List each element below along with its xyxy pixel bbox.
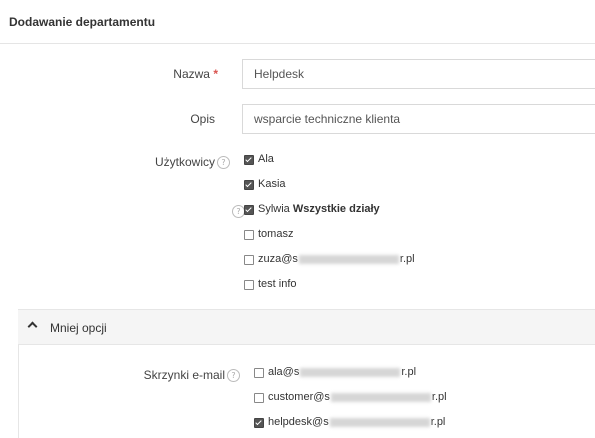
email-prefix: ala@s — [268, 366, 300, 378]
mailbox-checkbox-customer[interactable] — [254, 393, 264, 403]
help-icon[interactable]: ? — [217, 156, 230, 170]
users-label-text: Użytkowicy — [154, 155, 215, 169]
user-checkbox-tomasz[interactable] — [244, 230, 254, 240]
less-options-toggle[interactable]: Mniej opcji — [18, 309, 595, 345]
email-suffix: r.pl — [431, 391, 447, 403]
user-checkbox-ala[interactable] — [244, 155, 254, 165]
name-input[interactable]: Helpdesk — [242, 59, 595, 89]
required-mark: * — [213, 67, 218, 81]
mailbox-label-helpdesk: helpdesk@s r.pl — [268, 416, 445, 428]
email-prefix: zuza@s — [258, 253, 298, 265]
user-label-zuza: zuza@s r.pl — [258, 253, 415, 265]
less-options-label: Mniej opcji — [50, 321, 107, 335]
email-suffix: r.pl — [430, 416, 446, 428]
help-icon[interactable]: ? — [227, 369, 240, 383]
page-header: Dodawanie departamentu — [0, 0, 595, 44]
description-label: Opis — [190, 112, 215, 126]
redacted-text — [329, 417, 430, 427]
user-label-ala: Ala — [258, 153, 274, 165]
user-label-tomasz: tomasz — [258, 228, 294, 240]
name-label: Nazwa * — [120, 67, 218, 81]
redacted-text — [330, 392, 431, 402]
redacted-text — [300, 367, 401, 377]
email-suffix: r.pl — [401, 366, 417, 378]
mailboxes-label: Skrzynki e-mail? — [110, 368, 240, 383]
mailbox-label-customer: customer@s r.pl — [268, 391, 447, 403]
email-prefix: customer@s — [268, 391, 330, 403]
user-label-sylwia: Sylwia Wszystkie działy — [258, 203, 380, 215]
chevron-up-icon — [27, 321, 38, 332]
page-title: Dodawanie departamentu — [9, 15, 156, 29]
name-label-text: Nazwa — [173, 67, 210, 81]
description-input[interactable]: wsparcie techniczne klienta — [242, 104, 595, 134]
user-label-kasia: Kasia — [258, 178, 286, 190]
user-checkbox-test-info[interactable] — [244, 280, 254, 290]
mailbox-checkbox-ala[interactable] — [254, 368, 264, 378]
user-checkbox-zuza[interactable] — [244, 255, 254, 265]
user-name-sylwia: Sylwia — [258, 203, 290, 215]
all-departments-badge: Wszystkie działy — [292, 203, 380, 215]
mailbox-checkbox-helpdesk[interactable] — [254, 418, 264, 428]
email-prefix: helpdesk@s — [268, 416, 329, 428]
mailboxes-label-text: Skrzynki e-mail — [143, 368, 225, 382]
user-checkbox-kasia[interactable] — [244, 180, 254, 190]
mailbox-label-ala: ala@s r.pl — [268, 366, 416, 378]
section-divider — [18, 345, 19, 438]
redacted-text — [298, 254, 399, 264]
user-checkbox-sylwia[interactable] — [244, 205, 254, 215]
user-label-test-info: test info — [258, 278, 297, 290]
users-label: Użytkowicy? — [110, 155, 230, 170]
email-suffix: r.pl — [399, 253, 415, 265]
